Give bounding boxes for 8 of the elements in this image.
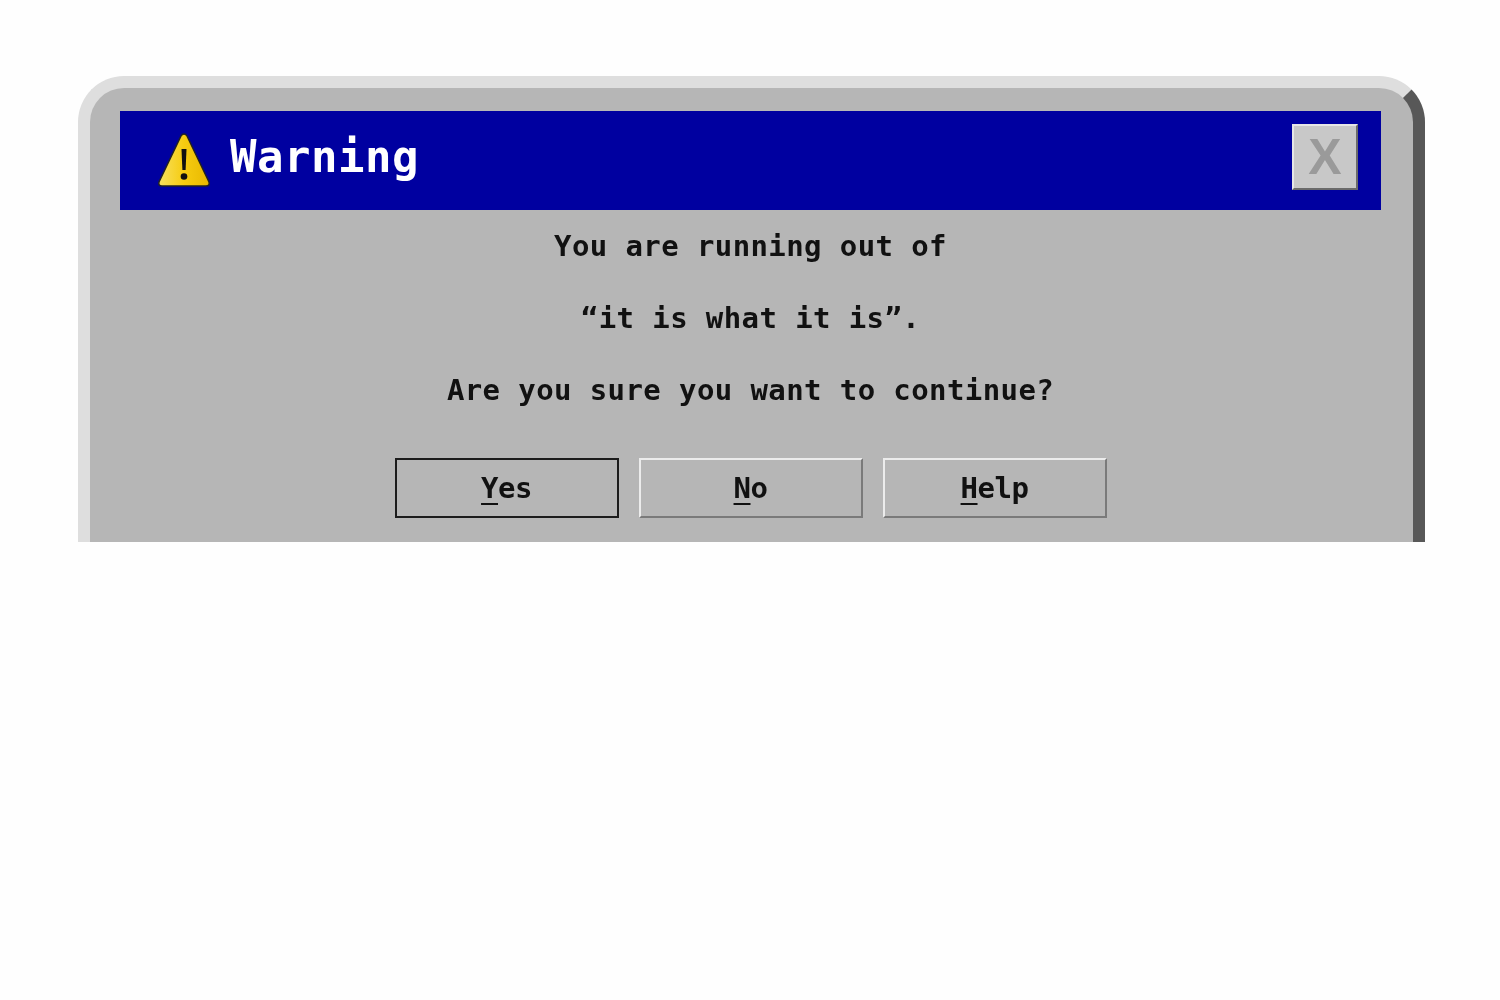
window-title: Warning	[230, 134, 419, 179]
warning-icon	[157, 131, 211, 188]
dialog-button[interactable]: Yes	[394, 458, 619, 518]
dialog-button[interactable]: Help	[882, 458, 1107, 518]
message-text: You are running out of	[554, 228, 947, 265]
message-text: Are you sure you want to continue?	[446, 372, 1055, 409]
message-text: “it is what it is”.	[580, 300, 921, 337]
dialog-button[interactable]: No	[638, 458, 863, 518]
